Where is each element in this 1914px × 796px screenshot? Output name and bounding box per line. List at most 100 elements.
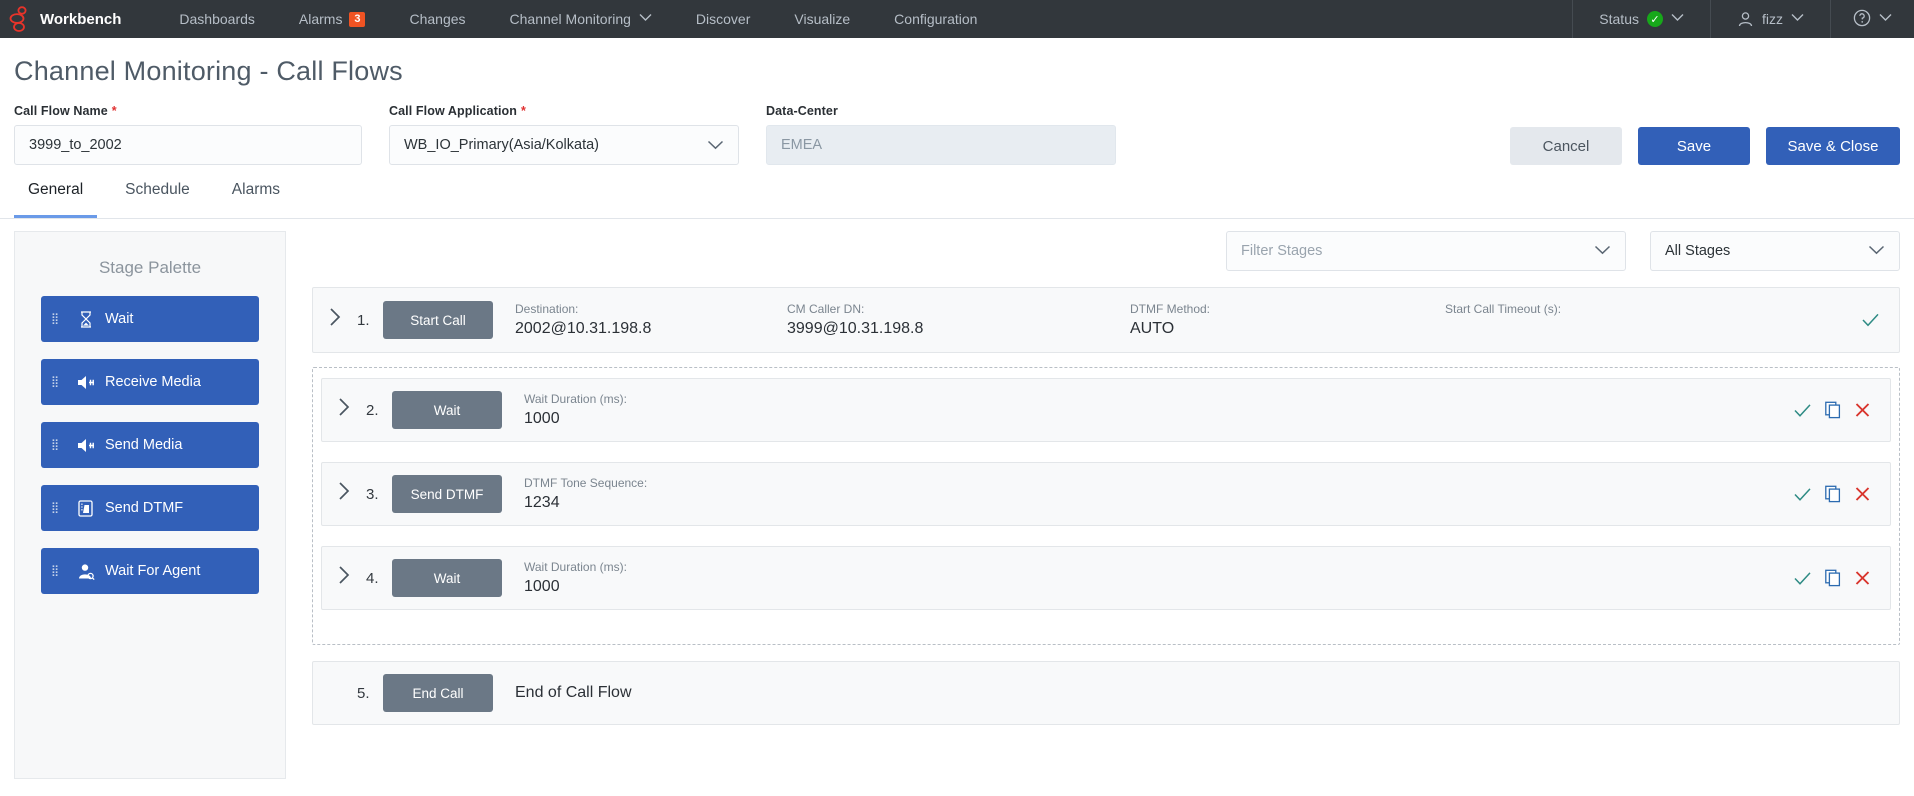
- filter-stages-select[interactable]: Filter Stages: [1226, 231, 1626, 271]
- property-wait-duration: Wait Duration (ms): 1000: [524, 560, 844, 596]
- expand-chevron-icon[interactable]: [322, 481, 366, 507]
- stage-row-actions: [1862, 313, 1879, 327]
- status-ok-icon: ✓: [1647, 11, 1663, 27]
- nav-item-configuration[interactable]: Configuration: [872, 0, 999, 38]
- tab-schedule[interactable]: Schedule: [111, 181, 204, 218]
- palette-item-send-media[interactable]: ⣿ Send Media: [41, 422, 259, 468]
- company-logo-icon[interactable]: [0, 0, 40, 38]
- user-menu[interactable]: fizz: [1710, 0, 1830, 38]
- required-marker: *: [111, 104, 117, 118]
- flow-filters: Filter Stages All Stages: [312, 219, 1900, 271]
- stage-type-button[interactable]: Start Call: [383, 301, 493, 339]
- property-key: CM Caller DN:: [787, 302, 865, 316]
- property-value: 2002@10.31.198.8: [515, 320, 652, 337]
- palette-item-label: Receive Media: [105, 374, 201, 390]
- page-body: Stage Palette ⣿ Wait ⣿ Receive Media ⣿ S…: [0, 219, 1914, 779]
- palette-item-send-dtmf[interactable]: ⣿ Send DTMF: [41, 485, 259, 531]
- call-flow-application-label: Call Flow Application *: [389, 104, 739, 118]
- stage-row-wait-1[interactable]: 2. Wait Wait Duration (ms): 1000: [321, 378, 1891, 442]
- data-center-input: EMEA: [766, 125, 1116, 165]
- property-key: DTMF Method:: [1130, 302, 1211, 316]
- save-and-close-button[interactable]: Save & Close: [1766, 127, 1900, 165]
- property-wait-duration: Wait Duration (ms): 1000: [524, 392, 844, 428]
- save-button[interactable]: Save: [1638, 127, 1750, 165]
- property-cm-caller-dn: CM Caller DN: 3999@10.31.198.8: [787, 302, 1130, 338]
- check-icon[interactable]: [1794, 571, 1811, 585]
- drag-handle-icon[interactable]: ⣿: [51, 313, 73, 324]
- cancel-button[interactable]: Cancel: [1510, 127, 1622, 165]
- call-flow-name-input[interactable]: 3999_to_2002: [14, 125, 362, 165]
- check-icon[interactable]: [1862, 313, 1879, 327]
- chevron-down-icon: [1594, 243, 1611, 259]
- property-start-call-timeout: Start Call Timeout (s):: [1445, 302, 1705, 338]
- field-call-flow-name: Call Flow Name * 3999_to_2002: [14, 104, 362, 165]
- property-destination: Destination: 2002@10.31.198.8: [515, 302, 787, 338]
- stage-type-button[interactable]: Send DTMF: [392, 475, 502, 513]
- copy-icon[interactable]: [1825, 485, 1841, 503]
- expand-chevron-icon[interactable]: [322, 397, 366, 423]
- all-stages-select[interactable]: All Stages: [1650, 231, 1900, 271]
- stage-palette-title: Stage Palette: [98, 258, 202, 277]
- nav-item-alarms[interactable]: Alarms 3: [277, 0, 388, 38]
- call-flow-name-value: 3999_to_2002: [29, 137, 122, 153]
- delete-icon[interactable]: [1855, 487, 1870, 502]
- stage-type-button[interactable]: End Call: [383, 674, 493, 712]
- delete-icon[interactable]: [1855, 571, 1870, 586]
- palette-item-receive-media[interactable]: ⣿ Receive Media: [41, 359, 259, 405]
- property-value: 1000: [524, 578, 560, 595]
- call-flow-application-select[interactable]: WB_IO_Primary(Asia/Kolkata): [389, 125, 739, 165]
- user-name: fizz: [1762, 11, 1783, 27]
- tab-alarms[interactable]: Alarms: [218, 181, 294, 218]
- nav-item-label: Alarms: [298, 11, 343, 27]
- stage-type-button[interactable]: Wait: [392, 559, 502, 597]
- expand-chevron-icon[interactable]: [322, 565, 366, 591]
- field-data-center: Data-Center EMEA: [766, 104, 1116, 165]
- help-menu[interactable]: [1830, 0, 1914, 38]
- property-value: AUTO: [1130, 320, 1175, 337]
- palette-item-wait-for-agent[interactable]: ⣿ Wait For Agent: [41, 548, 259, 594]
- tab-general[interactable]: General: [14, 181, 98, 218]
- nav-item-channel-monitoring[interactable]: Channel Monitoring: [488, 0, 674, 38]
- expand-chevron-icon[interactable]: [313, 307, 357, 333]
- palette-item-wait[interactable]: ⣿ Wait: [41, 296, 259, 342]
- required-marker: *: [521, 104, 526, 118]
- drag-handle-icon[interactable]: ⣿: [51, 502, 73, 513]
- palette-item-label: Send DTMF: [105, 500, 184, 516]
- drag-handle-icon[interactable]: ⣿: [51, 439, 73, 450]
- stage-row-end-call[interactable]: 5. End Call End of Call Flow: [312, 661, 1900, 725]
- stage-row-wait-2[interactable]: 4. Wait Wait Duration (ms): 1000: [321, 546, 1891, 610]
- hourglass-icon: [73, 310, 99, 328]
- nav-item-label: Dashboards: [179, 11, 255, 27]
- property-dtmf-method: DTMF Method: AUTO: [1130, 302, 1445, 338]
- call-flow-name-label: Call Flow Name *: [14, 104, 362, 118]
- stage-type-button[interactable]: Wait: [392, 391, 502, 429]
- palette-item-label: Wait For Agent: [105, 563, 201, 579]
- property-key: Destination:: [515, 302, 579, 316]
- delete-icon[interactable]: [1855, 403, 1870, 418]
- check-icon[interactable]: [1794, 487, 1811, 501]
- chevron-down-icon: [1868, 243, 1885, 259]
- nav-item-changes[interactable]: Changes: [387, 0, 487, 38]
- palette-item-label: Send Media: [105, 437, 183, 453]
- nav-item-dashboards[interactable]: Dashboards: [157, 0, 277, 38]
- check-icon[interactable]: [1794, 403, 1811, 417]
- stage-index: 2.: [366, 401, 379, 419]
- copy-icon[interactable]: [1825, 401, 1841, 419]
- nav-item-label: Configuration: [894, 11, 978, 27]
- drag-handle-icon[interactable]: ⣿: [51, 376, 73, 387]
- dialpad-icon: [73, 499, 99, 517]
- end-call-wrap: 5. End Call End of Call Flow: [312, 661, 1900, 725]
- all-stages-value: All Stages: [1665, 243, 1731, 259]
- property-value: 1234: [524, 494, 560, 511]
- stage-row-start-call[interactable]: 1. Start Call Destination: 2002@10.31.19…: [312, 287, 1900, 353]
- chevron-down-icon: [639, 13, 652, 25]
- brand-title[interactable]: Workbench: [40, 0, 157, 38]
- nav-item-visualize[interactable]: Visualize: [772, 0, 872, 38]
- nav-item-discover[interactable]: Discover: [674, 0, 772, 38]
- drag-handle-icon[interactable]: ⣿: [51, 565, 73, 576]
- copy-icon[interactable]: [1825, 569, 1841, 587]
- call-flow-application-value: WB_IO_Primary(Asia/Kolkata): [404, 137, 599, 153]
- stage-properties: DTMF Tone Sequence: 1234: [502, 476, 1890, 512]
- status-menu[interactable]: Status ✓: [1572, 0, 1710, 38]
- stage-row-send-dtmf[interactable]: 3. Send DTMF DTMF Tone Sequence: 1234: [321, 462, 1891, 526]
